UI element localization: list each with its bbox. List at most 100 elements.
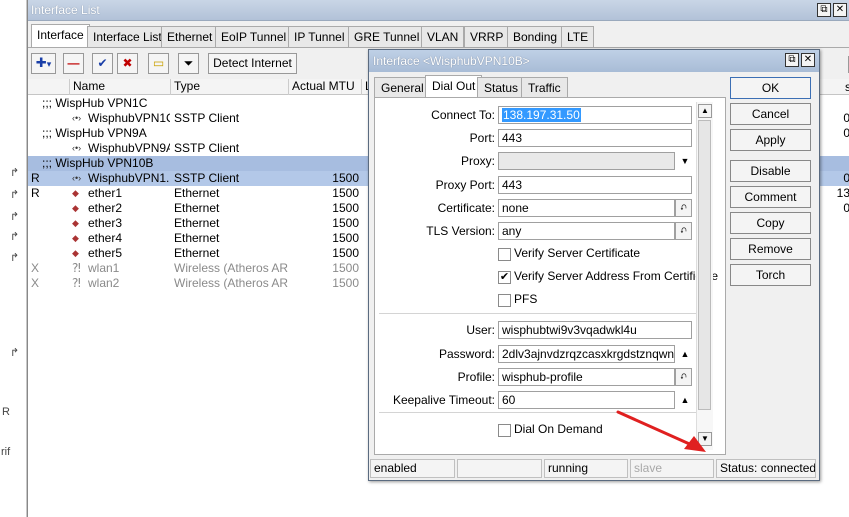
profile-dropdown-icon[interactable]: ⮏ bbox=[675, 368, 692, 386]
row-mtu: 1500 bbox=[332, 276, 359, 290]
pfs-label: PFS bbox=[514, 292, 538, 306]
vpn-tunnel-icon: ‹•› bbox=[72, 143, 82, 153]
scroll-up-icon[interactable]: ▲ bbox=[698, 104, 712, 118]
user-field[interactable]: wisphubtwi9v3vqadwkl4u bbox=[498, 321, 692, 339]
tab-ip-tunnel[interactable]: IP Tunnel bbox=[288, 26, 351, 47]
close-dialog-button[interactable]: ✕ bbox=[801, 53, 815, 67]
user-label: User: bbox=[466, 323, 495, 337]
disable-interface-button[interactable]: Disable bbox=[730, 160, 811, 182]
proxy-dropdown-icon[interactable]: ▼ bbox=[678, 152, 692, 170]
label-column: Connect To: Port: Proxy: Proxy Port: Cer… bbox=[375, 98, 495, 458]
enable-button[interactable]: ✔ bbox=[92, 53, 113, 74]
tab-interface-list[interactable]: Interface List bbox=[87, 26, 168, 47]
tab-divider bbox=[28, 47, 849, 48]
window-title: Interface List bbox=[31, 3, 100, 17]
status-running: running bbox=[544, 459, 628, 478]
connect-to-field[interactable]: 138.197.31.50 bbox=[498, 106, 692, 124]
row-name: ether4 bbox=[88, 231, 123, 245]
wireless-icon: ⁈ bbox=[72, 261, 81, 275]
tab-bonding[interactable]: Bonding bbox=[507, 26, 564, 47]
dialog-tab-general[interactable]: General bbox=[374, 77, 431, 98]
right-column-value: 0 bbox=[843, 126, 849, 140]
keepalive-toggle-icon[interactable]: ▲ bbox=[678, 391, 692, 409]
tls-version-select[interactable]: any bbox=[498, 222, 675, 240]
verify-server-certificate-label: Verify Server Certificate bbox=[514, 246, 641, 260]
password-field[interactable]: 2dlv3ajnvdzrqzcasxkrgdstznqwnv bbox=[498, 345, 675, 363]
row-comment: ;;; WispHub VPN10B bbox=[42, 156, 154, 170]
proxy-port-field[interactable]: 443 bbox=[498, 176, 692, 194]
restore-dialog-button[interactable]: ⧉ bbox=[785, 53, 799, 67]
dialog-titlebar[interactable]: Interface <WisphubVPN10B> ⧉ ✕ bbox=[369, 50, 819, 72]
dial-on-demand-label: Dial On Demand bbox=[514, 422, 603, 436]
tab-lte[interactable]: LTE bbox=[561, 26, 595, 47]
right-column-value: 13 bbox=[836, 186, 849, 200]
row-type: SSTP Client bbox=[174, 141, 240, 155]
connect-to-label: Connect To: bbox=[431, 108, 495, 122]
check-icon: ✔ bbox=[499, 271, 510, 283]
row-mtu: 1500 bbox=[332, 171, 359, 185]
dialog-statusbar: enabled running slave Status: connected bbox=[369, 458, 819, 480]
scroll-thumb[interactable] bbox=[698, 120, 711, 410]
status-blank bbox=[457, 459, 542, 478]
tab-vlan[interactable]: VLAN bbox=[421, 26, 465, 47]
row-type: Ethernet bbox=[174, 246, 220, 260]
verify-server-address-checkbox[interactable]: ✔ bbox=[498, 271, 511, 284]
strip-marker: ↱ bbox=[10, 167, 20, 179]
apply-button[interactable]: Apply bbox=[730, 129, 811, 151]
filter-icon: ⏷ bbox=[183, 56, 194, 70]
x-icon: ✖ bbox=[122, 56, 133, 70]
row-type: SSTP Client bbox=[174, 171, 240, 185]
comment-button[interactable]: ▭ bbox=[148, 53, 169, 74]
remove-interface-button[interactable]: Remove bbox=[730, 238, 811, 260]
detect-internet-button[interactable]: Detect Internet bbox=[208, 53, 297, 74]
dial-on-demand-checkbox[interactable] bbox=[498, 424, 511, 437]
keepalive-timeout-field[interactable]: 60 bbox=[498, 391, 675, 409]
status-slave: slave bbox=[630, 459, 714, 478]
type-column-header[interactable]: Type bbox=[171, 79, 289, 95]
tab-gre-tunnel[interactable]: GRE Tunnel bbox=[348, 26, 426, 47]
row-type: Ethernet bbox=[174, 201, 220, 215]
dialog-tab-traffic[interactable]: Traffic bbox=[521, 77, 568, 98]
verify-server-certificate-checkbox[interactable] bbox=[498, 248, 511, 261]
row-name: ether1 bbox=[88, 186, 123, 200]
row-name: wlan2 bbox=[88, 276, 120, 290]
cancel-button[interactable]: Cancel bbox=[730, 103, 811, 125]
close-window-button[interactable]: ✕ bbox=[833, 3, 847, 17]
certificate-dropdown-icon[interactable]: ⮏ bbox=[675, 199, 692, 217]
proxy-field[interactable] bbox=[498, 152, 675, 170]
tab-ethernet[interactable]: Ethernet bbox=[161, 26, 219, 47]
add-button[interactable]: ✚▾ bbox=[31, 53, 56, 74]
torch-button[interactable]: Torch bbox=[730, 264, 811, 286]
add-icon: ✚ bbox=[35, 55, 47, 70]
row-name: WisphubVPN9A bbox=[88, 141, 170, 155]
filter-button[interactable]: ⏷ bbox=[178, 53, 199, 74]
tls-version-dropdown-icon[interactable]: ⮏ bbox=[675, 222, 692, 240]
mtu-column-header[interactable]: Actual MTU bbox=[289, 79, 362, 95]
name-column-header[interactable]: Name bbox=[70, 79, 171, 95]
tab-vrrp[interactable]: VRRP bbox=[464, 26, 510, 47]
panel-scrollbar[interactable]: ▲ ▼ bbox=[696, 102, 713, 450]
disable-button[interactable]: ✖ bbox=[117, 53, 138, 74]
tab-interface[interactable]: Interface bbox=[31, 24, 90, 48]
comment-interface-button[interactable]: Comment bbox=[730, 186, 811, 208]
remove-button[interactable]: — bbox=[63, 53, 84, 74]
row-type: Wireless (Atheros AR9... bbox=[174, 261, 288, 275]
dialog-title: Interface <WisphubVPN10B> bbox=[373, 54, 530, 68]
ok-button[interactable]: OK bbox=[730, 77, 811, 99]
dialog-tab-status[interactable]: Status bbox=[477, 77, 526, 98]
password-toggle-icon[interactable]: ▲ bbox=[678, 345, 692, 363]
annotation-arrow-icon bbox=[616, 410, 706, 452]
certificate-label: Certificate: bbox=[437, 201, 495, 215]
tab-eoip-tunnel[interactable]: EoIP Tunnel bbox=[215, 26, 293, 47]
wireless-icon: ⁈ bbox=[72, 276, 81, 290]
pfs-checkbox[interactable] bbox=[498, 294, 511, 307]
window-titlebar[interactable]: Interface List ⧉ ✕ bbox=[28, 0, 849, 21]
port-field[interactable]: 443 bbox=[498, 129, 692, 147]
copy-button[interactable]: Copy bbox=[730, 212, 811, 234]
certificate-select[interactable]: none bbox=[498, 199, 675, 217]
strip-marker: ↱ bbox=[10, 211, 20, 223]
restore-window-button[interactable]: ⧉ bbox=[817, 3, 831, 17]
flag-column-header[interactable] bbox=[28, 79, 70, 95]
profile-select[interactable]: wisphub-profile bbox=[498, 368, 675, 386]
dialog-tab-dial-out[interactable]: Dial Out bbox=[425, 75, 483, 99]
